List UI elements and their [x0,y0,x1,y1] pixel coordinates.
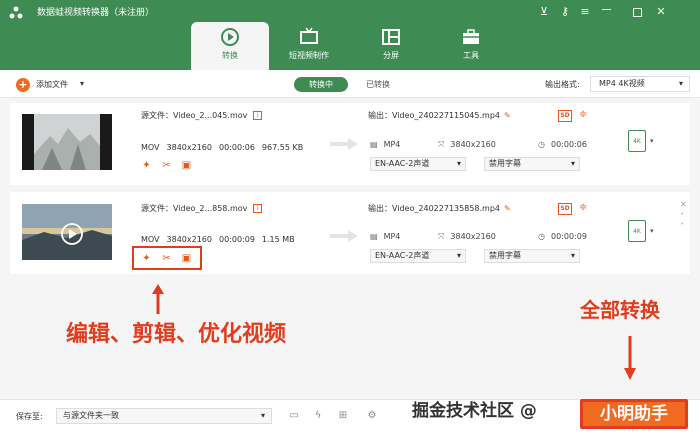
output-format-select[interactable]: MP4 4K视频 ▾ [590,76,690,92]
settings-icon[interactable]: SD [558,203,572,215]
tab-convert-label: 转换 [222,51,238,60]
maximize-icon[interactable] [633,8,642,17]
close-icon[interactable]: ✕ [654,5,668,18]
annotation-edit-text: 编辑、剪辑、优化视频 [66,322,287,347]
save-to-label: 保存至: [16,412,43,421]
output-file-name: 输出：Video_240227135858.mp4 [368,204,500,213]
annotation-convert-text: 全部转换 [580,298,660,322]
video-thumbnail[interactable] [22,204,112,260]
hardware-accel-off-icon[interactable]: ϟ [310,408,326,424]
chevron-down-icon[interactable]: ▾ [80,79,84,88]
source-meta: MOV 3840x2160 00:00:09 1.15 MB [141,235,295,244]
clock-icon: ◷ [538,232,545,241]
edit-icon[interactable]: ✦ [140,159,153,172]
source-meta: MOV 3840x2160 00:00:06 967.55 KB [141,143,304,152]
title-bar: 数据蛙视频转换器（未注册） [0,0,700,70]
video-thumbnail[interactable] [22,114,112,170]
save-to-select[interactable]: 与源文件夹一致 ▾ [56,408,272,424]
output-format: ▤ MP4 [370,232,401,241]
output-format-file-icon[interactable]: 4K [628,220,646,242]
chevron-down-icon[interactable]: ˅ [680,222,684,231]
menu-icon[interactable]: ≡ [578,5,592,18]
annotation-arrow-down [624,336,636,380]
output-resolution: ⤧ 3840x2160 [438,232,496,241]
file-actions: ✦ ✂ ▣ [140,159,200,173]
subtitle-select[interactable]: 禁用字幕 ▾ [484,157,580,171]
app-title: 数据蛙视频转换器（未注册） [37,8,155,18]
add-file-icon[interactable]: + [16,78,30,92]
rename-pencil-icon[interactable]: ✎ [504,111,511,120]
convert-all-button[interactable]: 小明助手 [580,399,688,429]
settings-icon[interactable]: SD [558,110,572,122]
tab-split-screen[interactable]: 分屏 [352,22,430,68]
toolbox-icon [463,29,479,44]
audio-track-select[interactable]: EN-AAC-2声道 ▾ [370,249,466,263]
annotation-arrow-up [152,284,164,314]
subtitle-select[interactable]: 禁用字幕 ▾ [484,249,580,263]
tab-tools-label: 工具 [463,51,479,60]
convert-arrow-icon [330,230,358,242]
output-format-label: 输出格式: [545,80,580,89]
tab-tools[interactable]: 工具 [432,22,510,68]
video-format-icon: ▤ [370,140,378,149]
tab-split-screen-label: 分屏 [383,51,399,60]
rename-pencil-icon[interactable]: ✎ [504,204,511,213]
info-icon[interactable]: i [253,204,263,213]
file-card: 源文件：Video_2...858.mov i MOV 3840x2160 00:00… [10,192,690,274]
source-file-name: 源文件：Video_2...045.mov [141,111,248,120]
cart-icon[interactable]: ⊻ [537,5,551,18]
merge-icon[interactable]: ≑ [579,109,587,121]
chevron-down-icon: ▾ [260,411,265,420]
key-icon[interactable]: ⚷ [558,5,572,18]
output-format-file-icon[interactable]: 4K [628,130,646,152]
tab-converting[interactable]: 转换中 [294,77,348,92]
chevron-down-icon[interactable]: ▾ [650,137,654,145]
minimize-icon[interactable] [602,8,611,10]
folder-icon[interactable]: ▭ [286,408,302,424]
clock-icon: ◷ [538,140,545,149]
resolution-icon: ⤧ [438,140,445,149]
merge-icon[interactable]: ≑ [579,202,587,214]
chevron-down-icon[interactable]: ▾ [650,227,654,235]
output-file-name: 输出：Video_240227115045.mp4 [368,111,500,120]
split-screen-icon [382,29,400,45]
tab-short-video[interactable]: 短视频制作 [270,22,348,68]
chevron-up-icon[interactable]: ˄ [680,212,684,221]
output-duration: ◷ 00:00:09 [538,232,587,241]
remove-file-icon[interactable]: ✕ [680,200,687,209]
tab-convert[interactable]: 转换 [191,22,269,70]
output-resolution: ⤧ 3840x2160 [438,140,496,149]
chevron-down-icon: ▾ [678,79,683,88]
tab-short-video-label: 短视频制作 [289,51,329,60]
gpu-off-icon[interactable]: ⊞ [335,408,351,424]
convert-icon [221,28,239,46]
enhance-icon[interactable]: ▣ [180,159,193,172]
resolution-icon: ⤧ [438,232,445,241]
source-file-name: 源文件：Video_2...858.mov [141,204,248,213]
app-logo-icon [9,6,23,19]
info-icon[interactable]: i [253,111,263,120]
output-duration: ◷ 00:00:06 [538,140,587,149]
output-format: ▤ MP4 [370,140,401,149]
tv-icon [300,27,318,44]
video-format-icon: ▤ [370,232,378,241]
audio-track-select[interactable]: EN-AAC-2声道 ▾ [370,157,466,171]
cut-icon[interactable]: ✂ [160,159,173,172]
watermark-text: 掘金技术社区 @ [412,401,537,421]
gear-icon[interactable]: ⚙ [364,408,380,424]
tab-converted[interactable]: 已转换 [356,77,400,92]
actions-highlight-box [132,246,202,270]
file-card: 源文件：Video_2...045.mov i MOV 3840x2160 00:00… [10,103,690,185]
add-file-button[interactable]: 添加文件 [36,79,68,91]
convert-arrow-icon [330,138,358,150]
